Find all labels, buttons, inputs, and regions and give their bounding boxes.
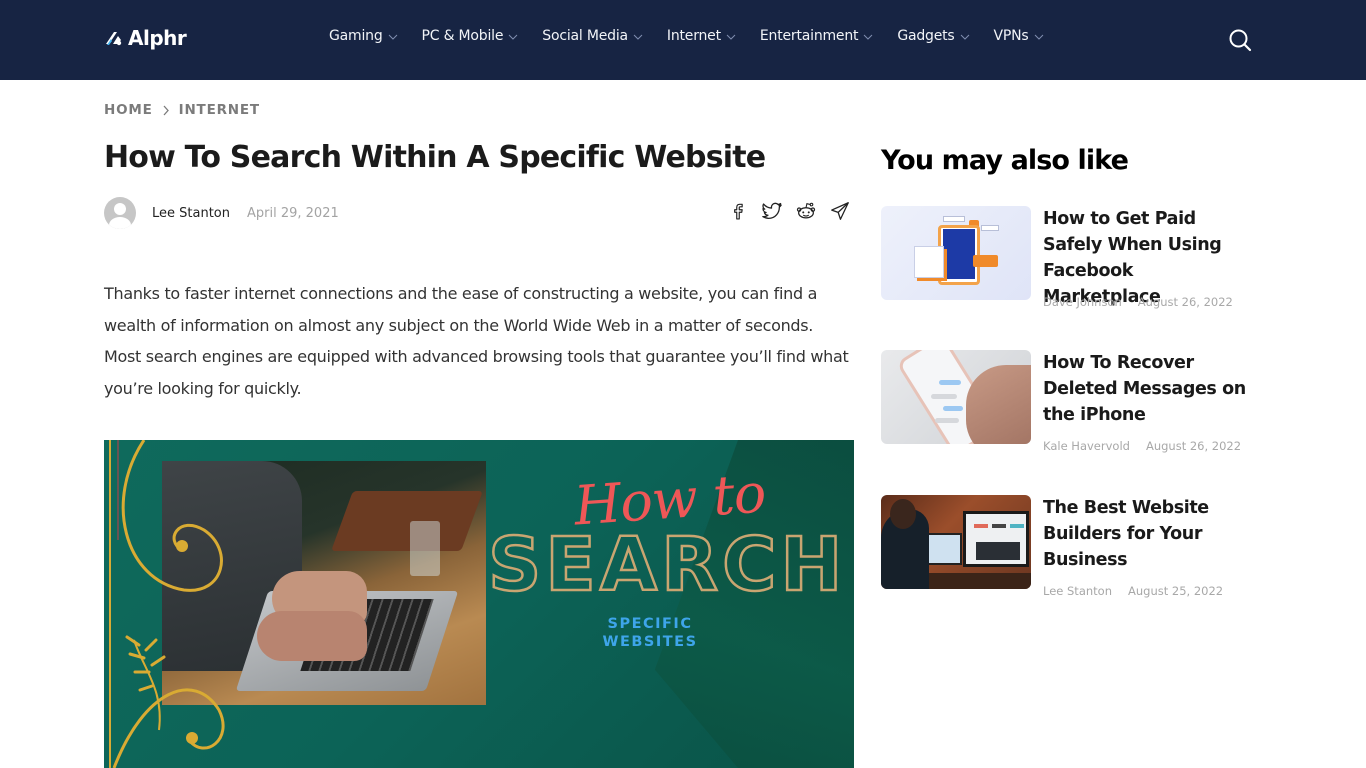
thumb-message bbox=[943, 406, 963, 411]
related-article-card[interactable]: How to Get Paid Safely When Using Facebo… bbox=[881, 206, 1251, 316]
telegram-icon bbox=[831, 202, 849, 220]
thumb-ui-bar bbox=[992, 524, 1006, 528]
related-article-author[interactable]: Kale Havervold bbox=[1043, 439, 1130, 453]
nav-label: VPNs bbox=[993, 28, 1029, 44]
nav-label: Entertainment bbox=[759, 28, 859, 44]
photo-glass bbox=[410, 521, 440, 576]
related-article-meta: Lee Stanton August 25, 2022 bbox=[1043, 584, 1223, 598]
related-article-date: August 26, 2022 bbox=[1137, 295, 1233, 309]
thumb-message bbox=[935, 418, 959, 423]
thumb-decoration bbox=[943, 216, 965, 222]
chevron-down-icon bbox=[960, 34, 969, 40]
thumb-desk bbox=[911, 573, 1031, 589]
logo-text: Alphr bbox=[128, 26, 187, 50]
search-button[interactable] bbox=[1228, 28, 1252, 52]
related-article-card[interactable]: The Best Website Builders for Your Busin… bbox=[881, 495, 1251, 605]
photo-folder bbox=[331, 491, 483, 551]
thumb-decoration bbox=[981, 225, 999, 231]
publish-date: April 29, 2021 bbox=[247, 205, 339, 221]
site-logo[interactable]: Alphr bbox=[104, 26, 187, 50]
related-article-card[interactable]: How To Recover Deleted Messages on the i… bbox=[881, 350, 1251, 460]
related-article-date: August 25, 2022 bbox=[1128, 584, 1224, 598]
thumb-person-head bbox=[890, 499, 916, 529]
chevron-down-icon bbox=[388, 34, 397, 40]
related-article-meta: Kale Havervold August 26, 2022 bbox=[1043, 439, 1241, 453]
related-article-author[interactable]: Lee Stanton bbox=[1043, 584, 1112, 598]
search-icon bbox=[1229, 29, 1252, 52]
thumb-hand bbox=[966, 365, 1031, 444]
related-article-title[interactable]: How To Recover Deleted Messages on the i… bbox=[1043, 350, 1253, 428]
hero-text-subtitle: SPECIFIC WEBSITES bbox=[600, 615, 700, 651]
nav-item-gadgets[interactable]: Gadgets bbox=[897, 28, 969, 44]
related-article-date: August 26, 2022 bbox=[1145, 439, 1242, 453]
hero-image: How to SEARCH SPECIFIC WEBSITES bbox=[104, 440, 854, 768]
thumb-screen bbox=[943, 229, 975, 279]
thumb-ui-panel bbox=[976, 542, 1020, 560]
nav-item-internet[interactable]: Internet bbox=[667, 28, 736, 44]
facebook-icon bbox=[734, 203, 743, 220]
site-header: Alphr Gaming PC & Mobile Social Media In… bbox=[0, 0, 1366, 80]
nav-label: Internet bbox=[666, 28, 721, 44]
thumb-ui-bar bbox=[974, 524, 988, 528]
author-name[interactable]: Lee Stanton bbox=[152, 206, 230, 221]
nav-item-social-media[interactable]: Social Media bbox=[542, 28, 643, 44]
related-article-meta: Dave Johnson August 26, 2022 bbox=[1043, 295, 1233, 309]
share-reddit-button[interactable] bbox=[794, 199, 818, 223]
nav-label: PC & Mobile bbox=[421, 28, 504, 44]
thumb-message bbox=[939, 380, 961, 385]
nav-item-vpns[interactable]: VPNs bbox=[994, 28, 1044, 44]
share-buttons bbox=[726, 199, 862, 223]
related-article-title[interactable]: The Best Website Builders for Your Busin… bbox=[1043, 495, 1253, 573]
article-meta: Lee Stanton April 29, 2021 bbox=[104, 197, 339, 229]
related-article-thumbnail[interactable] bbox=[881, 206, 1031, 300]
alphr-logo-icon bbox=[106, 32, 122, 46]
thumb-monitor bbox=[963, 511, 1029, 567]
breadcrumb: HOME INTERNET bbox=[104, 102, 260, 118]
hero-text-specific: SPECIFIC bbox=[607, 616, 693, 632]
breadcrumb-internet[interactable]: INTERNET bbox=[179, 102, 260, 118]
sidebar-title: You may also like bbox=[881, 145, 1129, 176]
chevron-down-icon bbox=[633, 34, 643, 40]
nav-item-gaming[interactable]: Gaming bbox=[329, 28, 398, 44]
chevron-down-icon bbox=[1034, 34, 1043, 40]
hero-text-search: SEARCH bbox=[487, 521, 847, 610]
share-facebook-button[interactable] bbox=[726, 199, 750, 223]
nav-label: Social Media bbox=[542, 28, 628, 44]
main-nav: Gaming PC & Mobile Social Media Internet… bbox=[329, 28, 1068, 44]
chevron-down-icon bbox=[863, 34, 873, 40]
gold-flourish-decoration bbox=[109, 440, 225, 768]
author-avatar[interactable] bbox=[104, 197, 136, 229]
chevron-down-icon bbox=[508, 34, 518, 40]
nav-item-entertainment[interactable]: Entertainment bbox=[760, 28, 873, 44]
related-article-author[interactable]: Dave Johnson bbox=[1043, 295, 1122, 309]
related-article-thumbnail[interactable] bbox=[881, 495, 1031, 589]
breadcrumb-home[interactable]: HOME bbox=[104, 102, 153, 118]
hero-text-websites: WEBSITES bbox=[602, 634, 698, 650]
share-twitter-button[interactable] bbox=[760, 199, 784, 223]
nav-item-pc-mobile[interactable]: PC & Mobile bbox=[422, 28, 519, 44]
thumb-card bbox=[914, 246, 944, 278]
article-title: How To Search Within A Specific Website bbox=[104, 140, 766, 175]
share-telegram-button[interactable] bbox=[828, 199, 852, 223]
avatar-head bbox=[114, 203, 126, 215]
nav-label: Gaming bbox=[329, 28, 383, 44]
thumb-message bbox=[931, 394, 957, 399]
article-intro: Thanks to faster internet connections an… bbox=[104, 284, 849, 398]
thumb-ui-bar bbox=[1010, 524, 1024, 528]
related-article-thumbnail[interactable] bbox=[881, 350, 1031, 444]
thumb-chat-bubble bbox=[973, 255, 998, 267]
nav-label: Gadgets bbox=[897, 28, 955, 44]
twitter-icon bbox=[762, 202, 782, 219]
chevron-down-icon bbox=[726, 34, 736, 40]
reddit-icon bbox=[796, 202, 816, 219]
avatar-body bbox=[109, 217, 131, 229]
chevron-right-icon bbox=[163, 105, 169, 115]
